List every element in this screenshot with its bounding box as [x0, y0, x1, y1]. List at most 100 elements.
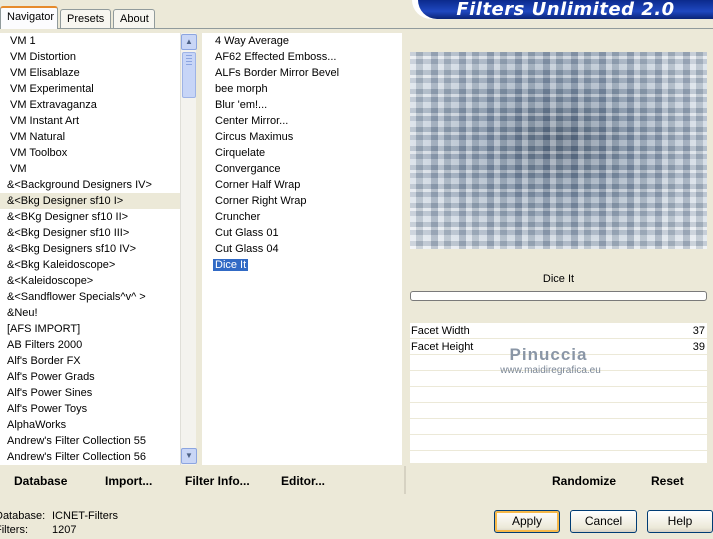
scroll-up-button[interactable]: ▲ [181, 34, 197, 50]
filter-item[interactable]: Dice It [202, 257, 402, 273]
tab-about[interactable]: About [113, 9, 155, 28]
filter-item[interactable]: Circus Maximus [202, 129, 402, 145]
database-value: ICNET-Filters [52, 510, 118, 522]
category-item[interactable]: Alf's Power Grads [0, 369, 180, 385]
tab-presets[interactable]: Presets [60, 9, 111, 28]
parameter-row [410, 387, 707, 403]
category-item[interactable]: Alf's Border FX [0, 353, 180, 369]
category-item[interactable]: &<Sandflower Specials^v^ > [0, 289, 180, 305]
category-item[interactable]: VM Natural [0, 129, 180, 145]
filter-item-label: Cut Glass 04 [215, 243, 279, 255]
filter-list[interactable]: 4 Way Average AF62 Effected Emboss... ALFs… [202, 33, 402, 465]
filter-item-label: ALFs Border Mirror Bevel [215, 67, 340, 79]
parameter-row[interactable]: Facet Height 39 [410, 339, 707, 355]
category-item[interactable]: &<Bkg Kaleidoscope> [0, 257, 180, 273]
parameter-row [410, 371, 707, 387]
filter-item[interactable]: ALFs Border Mirror Bevel [202, 65, 402, 81]
filter-item[interactable]: 4 Way Average [202, 33, 402, 49]
category-item[interactable]: VM 1 [0, 33, 180, 49]
apply-button[interactable]: Apply [494, 510, 560, 533]
filter-item-label: Circus Maximus [215, 131, 294, 143]
filter-item[interactable]: Blur 'em!... [202, 97, 402, 113]
filter-item[interactable]: bee morph [202, 81, 402, 97]
filter-info-button[interactable]: Filter Info... [185, 474, 250, 488]
filter-item[interactable]: Cirquelate [202, 145, 402, 161]
category-item[interactable]: &<Bkg Designer sf10 III> [0, 225, 180, 241]
action-bar: Database Import... Filter Info... Editor… [0, 470, 713, 496]
category-item[interactable]: &<Background Designers IV> [0, 177, 180, 193]
category-item[interactable]: VM Toolbox [0, 145, 180, 161]
randomize-button[interactable]: Randomize [552, 474, 616, 488]
brand-banner: Filters Unlimited 2.0 [412, 0, 713, 19]
help-button[interactable]: Help [647, 510, 713, 533]
category-item[interactable]: &<Bkg Designers sf10 IV> [0, 241, 180, 257]
category-item[interactable]: [AFS IMPORT] [0, 321, 180, 337]
filter-item-label: Cirquelate [215, 147, 266, 159]
filter-item-label: Corner Right Wrap [215, 195, 307, 207]
category-item[interactable]: Alf's Power Sines [0, 385, 180, 401]
category-item[interactable]: Andrew's Filter Collection 55 [0, 433, 180, 449]
filter-item-label: Center Mirror... [215, 115, 289, 127]
filter-item[interactable]: Corner Half Wrap [202, 177, 402, 193]
editor-button[interactable]: Editor... [281, 474, 325, 488]
category-item[interactable]: AlphaWorks [0, 417, 180, 433]
category-item[interactable]: Alf's Power Toys [0, 401, 180, 417]
filter-item-label: Dice It [213, 259, 249, 271]
parameter-row [410, 403, 707, 419]
parameters-panel: Facet Width 37 Facet Height 39 [410, 323, 707, 463]
database-label: Database: [0, 510, 46, 522]
filters-label: Filters: [0, 524, 28, 536]
category-item[interactable]: AB Filters 2000 [0, 337, 180, 353]
parameter-row [410, 435, 707, 451]
scroll-down-button[interactable]: ▼ [181, 448, 197, 464]
filter-item-label: Blur 'em!... [215, 99, 268, 111]
tab-navigator[interactable]: Navigator [0, 6, 58, 29]
current-filter-title: Dice It [408, 268, 709, 290]
category-item[interactable]: VM Distortion [0, 49, 180, 65]
filter-item[interactable]: Corner Right Wrap [202, 193, 402, 209]
filter-item-label: Corner Half Wrap [215, 179, 301, 191]
filter-item-label: 4 Way Average [215, 35, 289, 47]
filter-item[interactable]: Cruncher [202, 209, 402, 225]
parameter-value[interactable]: 39 [693, 339, 705, 355]
filter-item[interactable]: Convergance [202, 161, 402, 177]
cancel-button[interactable]: Cancel [570, 510, 637, 533]
brand-title: Filters Unlimited 2.0 [418, 0, 713, 19]
reset-button[interactable]: Reset [651, 474, 684, 488]
filter-item-label: Cruncher [215, 211, 261, 223]
category-list[interactable]: VM 1 VM Distortion VM Elisablaze VM Experim… [0, 33, 180, 465]
filter-item-label: bee morph [215, 83, 268, 95]
divider [404, 466, 406, 494]
filter-item-label: Convergance [215, 163, 281, 175]
parameter-value[interactable]: 37 [693, 323, 705, 339]
database-button[interactable]: Database [14, 474, 67, 488]
category-item[interactable]: Andrew's Filter Collection 56 [0, 449, 180, 465]
filter-item[interactable]: Cut Glass 04 [202, 241, 402, 257]
filter-item[interactable]: AF62 Effected Emboss... [202, 49, 402, 65]
category-item[interactable]: &<Kaleidoscope> [0, 273, 180, 289]
category-scrollbar[interactable]: ▲ ▼ [180, 33, 197, 465]
category-item[interactable]: VM [0, 161, 180, 177]
parameter-row [410, 419, 707, 435]
scroll-thumb[interactable] [182, 52, 196, 98]
filter-item[interactable]: Center Mirror... [202, 113, 402, 129]
progress-bar [410, 291, 707, 301]
filter-item[interactable]: Cut Glass 01 [202, 225, 402, 241]
filter-preview-image [410, 52, 707, 249]
filter-item-label: Cut Glass 01 [215, 227, 279, 239]
category-item[interactable]: VM Instant Art [0, 113, 180, 129]
category-item[interactable]: &Neu! [0, 305, 180, 321]
filter-item-label: AF62 Effected Emboss... [215, 51, 337, 63]
category-item[interactable]: &<Bkg Designer sf10 I> [0, 193, 180, 209]
parameter-label: Facet Height [411, 341, 474, 353]
category-item[interactable]: VM Experimental [0, 81, 180, 97]
database-status: Database: ICNET-Filters Filters: 1207 [0, 509, 140, 539]
parameter-row [410, 355, 707, 371]
category-item[interactable]: &<BKg Designer sf10 II> [0, 209, 180, 225]
parameter-row[interactable]: Facet Width 37 [410, 323, 707, 339]
parameter-label: Facet Width [411, 325, 470, 337]
filters-count: 1207 [52, 524, 77, 536]
category-item[interactable]: VM Elisablaze [0, 65, 180, 81]
import-button[interactable]: Import... [105, 474, 152, 488]
category-item[interactable]: VM Extravaganza [0, 97, 180, 113]
